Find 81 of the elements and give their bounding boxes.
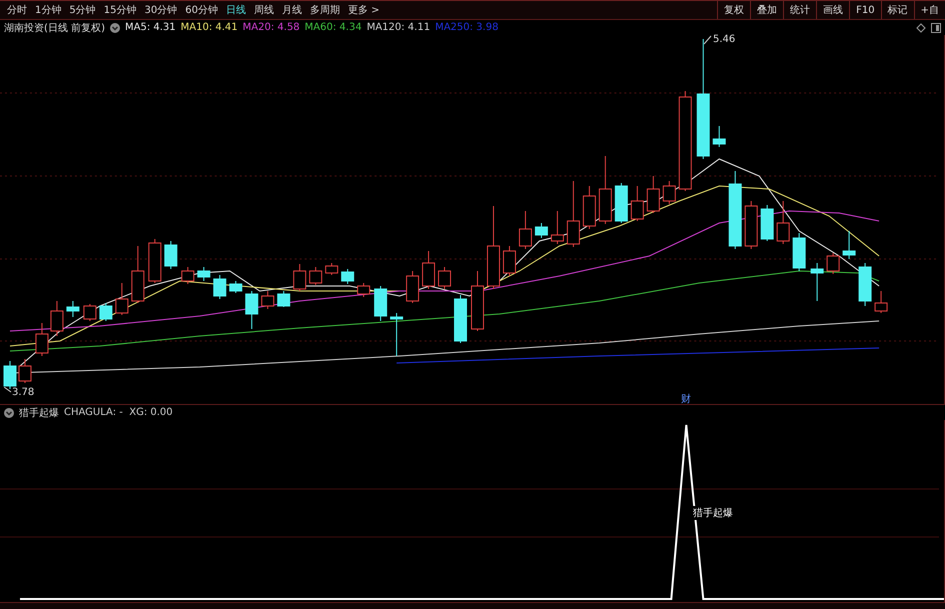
period-tab[interactable]: 1分钟: [31, 1, 66, 19]
candlestick: [810, 262, 824, 302]
candlestick: [630, 186, 644, 222]
candlestick: [213, 274, 226, 300]
candlestick: [858, 262, 872, 306]
period-tab[interactable]: 周线: [250, 1, 278, 19]
candlestick: [598, 156, 612, 224]
candlestick: [374, 286, 388, 322]
candlestick: [744, 200, 758, 250]
candlestick: [357, 282, 370, 298]
candlestick: [550, 210, 564, 244]
candlestick: [148, 238, 162, 284]
candlestick: [181, 266, 194, 284]
candlestick: [35, 322, 48, 356]
moving-average-value: MA5: 4.31: [124, 22, 176, 33]
moving-average-value: MA120: 4.11: [366, 22, 430, 33]
candlestick: [502, 246, 516, 276]
candlestick: [115, 282, 128, 316]
candlestick: [438, 266, 452, 290]
candlestick: [662, 180, 676, 204]
candlestick: [18, 358, 32, 384]
diamond-icon[interactable]: [916, 22, 926, 32]
high-price-label: 5.46: [713, 34, 736, 45]
candlestick: [422, 250, 436, 290]
indicator-title: 猎手起爆: [19, 406, 59, 420]
candlestick: [245, 290, 258, 330]
period-tab[interactable]: 分时: [3, 1, 31, 19]
candlestick: [309, 266, 322, 286]
candlestick: [874, 290, 888, 314]
candlestick: [293, 264, 306, 292]
candlestick: [760, 204, 774, 242]
indicator-values: CHAGULA: - XG: 0.00: [64, 407, 173, 418]
dropdown-icon[interactable]: [4, 408, 14, 418]
candlestick: [614, 182, 628, 224]
candlestick: [131, 246, 144, 304]
panel-icon[interactable]: [931, 22, 941, 32]
candlestick: [197, 266, 210, 282]
leader-line: [704, 35, 712, 45]
candlestick: [277, 290, 290, 308]
candlestick: [826, 252, 840, 274]
candlestick: [164, 240, 178, 270]
candlestick: [842, 230, 856, 260]
period-tab[interactable]: 5分钟: [65, 1, 100, 19]
candlestick: [471, 270, 484, 332]
candlestick: [66, 300, 80, 318]
signal-label: 猎手起爆: [692, 506, 734, 520]
candlestick: [518, 210, 532, 250]
moving-average-value: MA60: 4.34: [304, 22, 362, 33]
candlestick: [776, 200, 790, 244]
period-tab[interactable]: 30分钟: [140, 1, 182, 19]
candlestick: [50, 300, 64, 336]
candlestick: [454, 294, 467, 344]
finance-marker[interactable]: 财: [681, 392, 691, 406]
period-tab[interactable]: 日线: [222, 1, 250, 19]
candlestick: [4, 360, 16, 390]
period-tab[interactable]: 15分钟: [100, 1, 140, 19]
candlestick: [646, 176, 660, 214]
dropdown-icon[interactable]: [110, 22, 120, 32]
moving-average-value: MA250: 3.98: [435, 22, 498, 33]
period-tab[interactable]: 60分钟: [181, 1, 222, 19]
candlestick: [582, 186, 596, 230]
chart-title: 湖南投资(日线 前复权): [4, 22, 105, 34]
low-price-label: 3.78: [12, 387, 34, 398]
candlestick: [390, 312, 404, 356]
candlestick: [83, 304, 96, 322]
candlestick: [229, 280, 242, 294]
candlestick: [99, 302, 112, 322]
candlestick: [325, 262, 338, 276]
moving-average-value: MA20: 4.58: [242, 22, 300, 33]
candlestick: [792, 232, 806, 272]
period-tab[interactable]: 月线: [278, 1, 306, 19]
period-tab[interactable]: 多周期: [306, 1, 344, 19]
candlestick: [261, 290, 274, 310]
candlestick: [566, 180, 580, 248]
period-tab[interactable]: 更多 >: [344, 1, 384, 19]
candlestick: [406, 270, 420, 304]
candlestick: [534, 222, 548, 238]
moving-average-value: MA10: 4.41: [180, 22, 238, 33]
leader-line: [4, 387, 12, 393]
candlestick: [712, 126, 726, 148]
candlestick: [341, 268, 354, 284]
